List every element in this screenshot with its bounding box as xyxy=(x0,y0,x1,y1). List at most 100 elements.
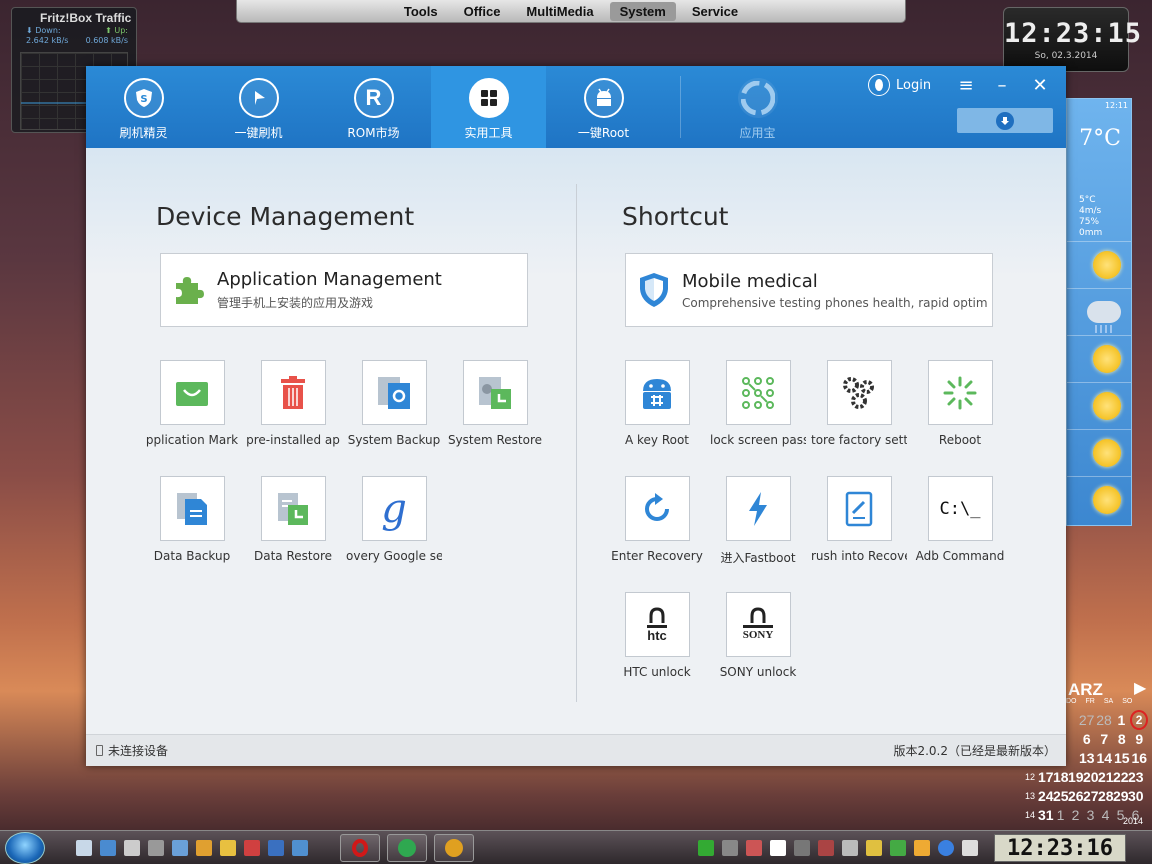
tray-icon[interactable] xyxy=(722,840,738,856)
tile-adb-command[interactable]: C:\_ Adb Command xyxy=(906,476,1014,563)
calendar-day[interactable]: 24 xyxy=(1038,788,1054,804)
calendar-day[interactable]: 27 xyxy=(1078,712,1095,728)
quicklaunch-icon[interactable] xyxy=(292,840,308,856)
nav-one-click-flash[interactable]: 一键刷机 xyxy=(201,66,316,148)
calendar-day[interactable]: 25 xyxy=(1053,788,1069,804)
download-button[interactable] xyxy=(957,108,1053,133)
up-value: 0.608 kB/s xyxy=(85,36,128,45)
application-management-card[interactable]: Application Management 管理手机上安装的应用及游戏 xyxy=(160,253,528,327)
tile-enter-fastboot[interactable]: 进入Fastboot xyxy=(704,476,812,566)
mobile-medical-card[interactable]: Mobile medical Comprehensive testing pho… xyxy=(625,253,993,327)
quicklaunch-icon[interactable] xyxy=(148,840,164,856)
calendar-day[interactable]: 28 xyxy=(1095,712,1112,728)
weather-detail-rain: 0mm xyxy=(1079,228,1103,238)
nav-one-click-root[interactable]: 一键Root xyxy=(546,66,661,148)
taskbar-opera[interactable] xyxy=(340,834,380,862)
quicklaunch-icon[interactable] xyxy=(268,840,284,856)
menu-multimedia[interactable]: MultiMedia xyxy=(516,2,603,21)
taskbar-clock[interactable]: 12:23:16 xyxy=(994,834,1126,862)
tray-icon[interactable] xyxy=(794,840,810,856)
calendar-day[interactable]: 31 xyxy=(1038,807,1054,823)
calendar-day[interactable]: 2 xyxy=(1068,807,1083,823)
quicklaunch-icon[interactable] xyxy=(172,840,188,856)
tray-icon[interactable] xyxy=(818,840,834,856)
shopping-bag-icon xyxy=(159,360,225,425)
tile-system-backup[interactable]: System Backup xyxy=(340,360,448,447)
calendar-day[interactable]: 27 xyxy=(1083,788,1099,804)
tile-lock-screen-password[interactable]: lock screen pass xyxy=(704,360,812,447)
tile-enter-recovery[interactable]: Enter Recovery xyxy=(603,476,711,563)
menu-office[interactable]: Office xyxy=(454,2,511,21)
tray-icon[interactable] xyxy=(890,840,906,856)
menu-system[interactable]: System xyxy=(609,1,676,21)
nav-shuaji-jingling[interactable]: S 刷机精灵 xyxy=(86,66,201,148)
tile-htc-unlock[interactable]: htc HTC unlock xyxy=(603,592,711,679)
calendar-day[interactable]: 20 xyxy=(1083,769,1099,785)
calendar-day[interactable]: 1 xyxy=(1053,807,1068,823)
tile-data-backup[interactable]: Data Backup xyxy=(138,476,246,563)
calendar-day[interactable]: 21 xyxy=(1098,769,1114,785)
nav-utilities[interactable]: 实用工具 xyxy=(431,66,546,148)
calendar-day-today[interactable]: 2 xyxy=(1130,709,1149,730)
tile-reboot[interactable]: Reboot xyxy=(906,360,1014,447)
calendar-day[interactable]: 6 xyxy=(1078,731,1096,747)
tile-sony-unlock[interactable]: SONY SONY unlock xyxy=(704,592,812,679)
calendar-day[interactable]: 23 xyxy=(1128,769,1144,785)
minimize-icon[interactable]: – xyxy=(991,74,1013,96)
opera-icon xyxy=(352,839,368,857)
calendar-day[interactable]: 30 xyxy=(1128,788,1144,804)
menu-icon[interactable]: ≡ xyxy=(955,74,977,96)
nav-yingyongbao[interactable]: 应用宝 xyxy=(700,66,815,148)
tile-system-restore[interactable]: System Restore xyxy=(441,360,549,447)
quicklaunch-icon[interactable] xyxy=(100,840,116,856)
calendar-day[interactable]: 19 xyxy=(1068,769,1084,785)
tile-a-key-root[interactable]: A key Root xyxy=(603,360,711,447)
tray-icon[interactable] xyxy=(866,840,882,856)
tray-icon[interactable] xyxy=(914,840,930,856)
calendar-day[interactable]: 15 xyxy=(1113,750,1131,766)
tile-application-market[interactable]: pplication Mark xyxy=(138,360,246,447)
network-icon[interactable] xyxy=(962,840,978,856)
login-button[interactable]: Login xyxy=(868,74,931,96)
calendar-day[interactable]: 8 xyxy=(1113,731,1131,747)
quicklaunch-icon[interactable] xyxy=(220,840,236,856)
start-button[interactable] xyxy=(5,832,45,864)
tile-recovery-google-services[interactable]: g overy Google ser xyxy=(340,476,448,563)
info-icon[interactable] xyxy=(938,840,954,856)
calendar-day[interactable]: 1 xyxy=(1113,712,1130,728)
tile-restore-factory-settings[interactable]: tore factory setti xyxy=(805,360,913,447)
tray-icon[interactable] xyxy=(746,840,762,856)
calendar-day[interactable]: 17 xyxy=(1038,769,1054,785)
tile-data-restore[interactable]: Data Restore xyxy=(239,476,347,563)
calendar-next-icon[interactable]: ▶ xyxy=(1134,678,1146,698)
taskbar-app[interactable] xyxy=(434,834,474,862)
down-label: ⬇ Down: xyxy=(26,26,61,35)
calendar-day[interactable]: 13 xyxy=(1078,750,1096,766)
menu-service[interactable]: Service xyxy=(682,2,748,21)
calendar-day[interactable]: 28 xyxy=(1098,788,1114,804)
tile-brush-into-recovery[interactable]: rush into Recove xyxy=(805,476,913,563)
nav-rom-market[interactable]: R ROM市场 xyxy=(316,66,431,148)
close-icon[interactable]: ✕ xyxy=(1029,74,1051,96)
calendar-day[interactable]: 9 xyxy=(1131,731,1149,747)
calendar-day[interactable]: 3 xyxy=(1083,807,1098,823)
weather-detail-wind: 4m/s xyxy=(1079,206,1102,216)
calendar-day[interactable]: 4 xyxy=(1098,807,1113,823)
quicklaunch-icon[interactable] xyxy=(244,840,260,856)
taskbar-shuaji-app[interactable] xyxy=(387,834,427,862)
tray-icon[interactable] xyxy=(770,840,786,856)
calendar-day[interactable]: 14 xyxy=(1096,750,1114,766)
calendar-day[interactable]: 29 xyxy=(1113,788,1129,804)
menu-tools[interactable]: Tools xyxy=(394,2,448,21)
calendar-day[interactable]: 16 xyxy=(1131,750,1149,766)
quicklaunch-icon[interactable] xyxy=(196,840,212,856)
calendar-day[interactable]: 26 xyxy=(1068,788,1084,804)
tile-preinstalled-apps[interactable]: pre-installed ap xyxy=(239,360,347,447)
quicklaunch-icon[interactable] xyxy=(124,840,140,856)
calendar-day[interactable]: 22 xyxy=(1113,769,1129,785)
calendar-day[interactable]: 18 xyxy=(1053,769,1069,785)
tray-icon[interactable] xyxy=(842,840,858,856)
tray-icon[interactable] xyxy=(698,840,714,856)
calendar-day[interactable]: 7 xyxy=(1096,731,1114,747)
quicklaunch-icon[interactable] xyxy=(76,840,92,856)
